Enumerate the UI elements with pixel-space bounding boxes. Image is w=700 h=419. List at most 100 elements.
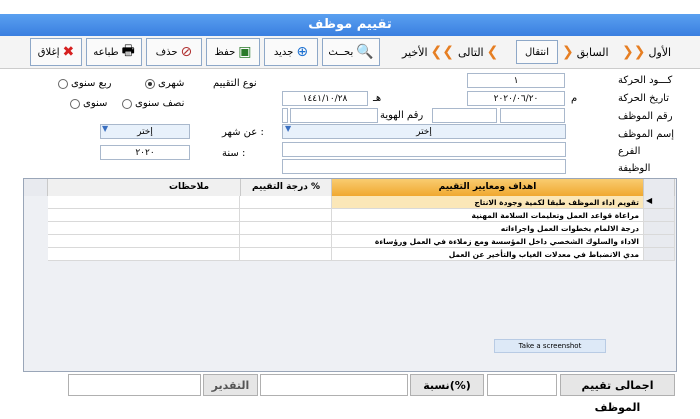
employee-no-extra-input[interactable] — [432, 108, 497, 123]
nav-last[interactable]: الأخير ❮❮ — [402, 40, 454, 64]
nav-next[interactable]: التالى ❮ — [458, 40, 498, 64]
criteria-header: اهداف ومعايير التقييم — [332, 179, 644, 196]
radio-dot-icon — [58, 78, 68, 89]
employee-name-label: إسم الموظف — [618, 129, 675, 140]
row-indicator[interactable]: ◀ — [644, 196, 675, 209]
score-cell[interactable] — [240, 209, 332, 222]
new-button[interactable]: جديد ⊕ — [264, 38, 318, 66]
radio-dot-icon — [122, 98, 132, 109]
grade-input[interactable] — [68, 374, 201, 396]
score-cell[interactable] — [240, 235, 332, 248]
notes-cell[interactable] — [48, 222, 240, 235]
close-button[interactable]: إغلاق ✖ — [30, 38, 82, 66]
id-no-spin[interactable] — [282, 108, 288, 123]
search-label: بحــث — [328, 46, 354, 58]
radio-yearly[interactable]: سنوى — [70, 98, 107, 109]
score-header: درجة التقييم % — [240, 179, 332, 196]
h-suffix-label: هـ — [373, 93, 382, 104]
dropdown-arrow-icon: ▼ — [102, 124, 109, 133]
double-chevron-left-icon: ❯❯ — [622, 44, 646, 60]
employee-no-label: رقم الموظف — [618, 111, 673, 122]
total-input[interactable] — [487, 374, 557, 396]
job-label: الوظيفة — [618, 163, 651, 174]
criteria-cell[interactable]: مدي الانضباط في معدلات الغياب والتأخير ع… — [332, 248, 644, 261]
grade-button[interactable]: التقدير — [203, 374, 258, 396]
new-label: جديد — [273, 46, 294, 58]
save-label: حفظ — [214, 46, 236, 58]
score-cell[interactable] — [240, 248, 332, 261]
hijri-date-input[interactable]: ١٤٤١/١٠/٢٨ — [282, 91, 368, 106]
row-indicator[interactable] — [644, 235, 675, 248]
month-label: عن شهر : — [222, 127, 264, 138]
employee-no-input[interactable] — [500, 108, 565, 123]
radio-monthly-label: شهرى — [158, 78, 185, 89]
total-button[interactable]: اجمالى تقييم الموظف — [560, 374, 675, 414]
job-input[interactable] — [282, 159, 566, 174]
dropdown-arrow-icon: ▼ — [285, 124, 292, 133]
current-row-icon: ◀ — [646, 196, 653, 205]
employee-name-select[interactable]: إختر — [282, 124, 566, 139]
printer-icon: 🖶 — [121, 43, 135, 59]
notes-cell[interactable] — [48, 235, 240, 248]
evaluation-grid: ملاحظات درجة التقييم % اهداف ومعايير الت… — [23, 178, 677, 372]
radio-yearly-label: سنوى — [83, 98, 108, 109]
radio-dot-icon — [70, 98, 80, 109]
search-icon: 🔍 — [356, 44, 374, 60]
save-icon: ▣ — [238, 44, 252, 60]
notes-cell[interactable] — [48, 196, 240, 209]
percent-input[interactable] — [260, 374, 408, 396]
id-no-input[interactable] — [290, 108, 378, 123]
radio-quarterly-label: ربع سنوى — [71, 78, 112, 89]
save-button[interactable]: حفظ ▣ — [206, 38, 260, 66]
radio-half-yearly-label: نصف سنوى — [135, 98, 185, 109]
double-chevron-right-icon: ❮❮ — [430, 44, 454, 60]
criteria-cell[interactable]: الاداء والسلوك الشخصي داخل المؤسسة ومع ز… — [332, 235, 644, 248]
nav-first-label: الأول — [648, 45, 672, 59]
goto-label: انتقال — [525, 46, 549, 58]
month-value: إختر — [137, 127, 153, 137]
radio-half-yearly[interactable]: نصف سنوى — [122, 98, 184, 109]
year-label: سنة : — [222, 148, 246, 159]
delete-button[interactable]: حذف ⊘ — [146, 38, 202, 66]
movement-code-label: كـــود الحركة — [618, 75, 673, 86]
delete-label: حذف — [155, 46, 178, 58]
chevron-left-icon: ❮ — [486, 44, 499, 60]
print-button[interactable]: طباعه 🖶 — [86, 38, 142, 66]
row-indicator[interactable] — [644, 209, 675, 222]
search-button[interactable]: بحــث 🔍 — [322, 38, 380, 66]
criteria-cell[interactable]: مراعاة قواعد العمل وتعليمات السلامة المه… — [332, 209, 644, 222]
employee-name-value: إختر — [416, 127, 432, 137]
score-cell[interactable] — [240, 222, 332, 235]
row-indicator[interactable] — [644, 222, 675, 235]
nav-prev[interactable]: ❯ السابق — [562, 40, 609, 64]
radio-quarterly[interactable]: ربع سنوى — [58, 78, 112, 89]
year-input[interactable]: ٢٠٢٠ — [100, 145, 190, 160]
window-title: تقييم موظف — [0, 14, 700, 36]
notes-cell[interactable] — [48, 209, 240, 222]
m-suffix-label: م — [571, 93, 578, 104]
radio-monthly[interactable]: شهرى — [145, 78, 184, 89]
branch-input[interactable] — [282, 142, 566, 157]
movement-code-input[interactable]: ١ — [467, 73, 565, 88]
nav-first[interactable]: ❯❯ الأول — [622, 40, 671, 64]
score-cell[interactable] — [240, 196, 332, 209]
row-indicator[interactable] — [644, 248, 675, 261]
goto-button[interactable]: انتقال — [516, 40, 558, 64]
notes-cell[interactable] — [48, 248, 240, 261]
movement-date-input[interactable]: ٢٠٢٠/٠٦/٢٠ — [467, 91, 565, 106]
grid-corner — [24, 179, 48, 196]
month-select[interactable]: إختر — [100, 124, 190, 139]
radio-dot-icon — [145, 78, 155, 89]
branch-label: الفرع — [618, 146, 641, 157]
grid-corner-right — [644, 179, 675, 196]
criteria-cell[interactable]: درجة الالمام بخطوات العمل واجراءاته — [332, 222, 644, 235]
print-label: طباعه — [93, 46, 119, 58]
percent-button[interactable]: نسبة(%) — [410, 374, 484, 396]
eval-type-label: نوع التقييم — [213, 78, 257, 89]
movement-date-label: تاريخ الحركة — [618, 93, 669, 104]
screenshot-tooltip: Take a screenshot — [494, 339, 606, 353]
criteria-cell[interactable]: تقويم اداء الموظف طبقا لكمية وجودة الانت… — [332, 196, 644, 209]
nav-prev-label: السابق — [576, 45, 609, 59]
close-label: إغلاق — [37, 46, 60, 58]
delete-icon: ⊘ — [180, 44, 193, 60]
